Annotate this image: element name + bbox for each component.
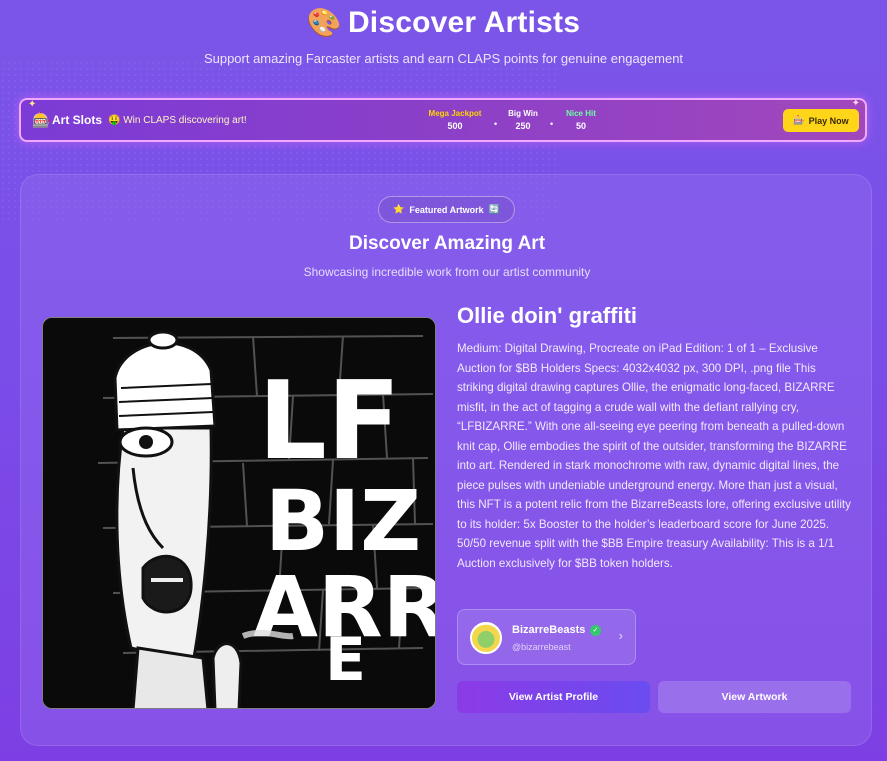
avatar [470, 622, 502, 654]
art-slots-banner[interactable]: ✦ ✦ 🎰 Art Slots 🤑 Win CLAPS discovering … [19, 98, 867, 142]
slots-title: Art Slots [52, 113, 103, 127]
separator-dot: • [550, 119, 554, 129]
view-artist-profile-button[interactable]: View Artist Profile [457, 681, 650, 713]
page-title: 🎨 Discover Artists [0, 6, 887, 40]
view-artwork-button[interactable]: View Artwork [658, 681, 851, 713]
artwork-title: Ollie doin' graffiti [457, 303, 638, 328]
artist-name: BizarreBeasts [512, 624, 586, 636]
artist-handle: @bizarrebeast [512, 642, 571, 652]
prize-value: 500 [447, 121, 463, 131]
artwork-illustration: LF BIZ ARR E [43, 318, 435, 708]
section-subtitle: Showcasing incredible work from our arti… [303, 265, 591, 279]
graffiti-line: BIZ [265, 472, 421, 570]
prize-mega-jackpot: Mega Jackpot 500 [427, 109, 483, 131]
star-icon: ⭐ [393, 204, 405, 214]
separator-dot: • [494, 119, 498, 129]
prize-nice-hit: Nice Hit 50 [561, 109, 601, 131]
featured-artwork-panel: ⭐ Featured Artwork 🔄 Discover Amazing Ar… [20, 174, 872, 746]
play-now-button[interactable]: 🎰 Play Now [783, 109, 859, 132]
prize-value: 250 [515, 121, 531, 131]
prize-big-win: Big Win 250 [505, 109, 541, 131]
prize-value: 50 [575, 121, 586, 131]
verified-check-icon: ✓ [590, 625, 601, 636]
artwork-image[interactable]: LF BIZ ARR E [42, 317, 436, 709]
chevron-right-icon: › [618, 628, 623, 643]
slot-machine-icon: 🎰 [32, 112, 51, 129]
prize-label: Mega Jackpot [428, 109, 482, 118]
prize-label: Big Win [508, 109, 538, 118]
palette-icon: 🎨 [306, 7, 342, 38]
slot-machine-icon: 🎰 [793, 115, 805, 125]
play-now-label: Play Now [808, 115, 849, 126]
featured-label: Featured Artwork [409, 204, 484, 215]
artwork-description: Medium: Digital Drawing, Procreate on iP… [457, 342, 851, 570]
prize-label: Nice Hit [566, 109, 596, 118]
slots-tagline: 🤑 Win CLAPS discovering art! [108, 115, 247, 126]
artist-card[interactable]: BizarreBeasts ✓ @bizarrebeast › [457, 609, 636, 665]
refresh-icon[interactable]: 🔄 [489, 204, 500, 215]
graffiti-line: E [325, 625, 366, 695]
page-subtitle: Support amazing Farcaster artists and ea… [203, 51, 684, 66]
section-title: Discover Amazing Art [348, 233, 546, 254]
sparkle-icon: ✦ [28, 99, 37, 110]
sparkle-icon: ✦ [851, 98, 860, 109]
page-title-text: Discover Artists [347, 6, 581, 39]
graffiti-line: LF [258, 359, 401, 484]
featured-artwork-pill: ⭐ Featured Artwork 🔄 [378, 196, 515, 223]
